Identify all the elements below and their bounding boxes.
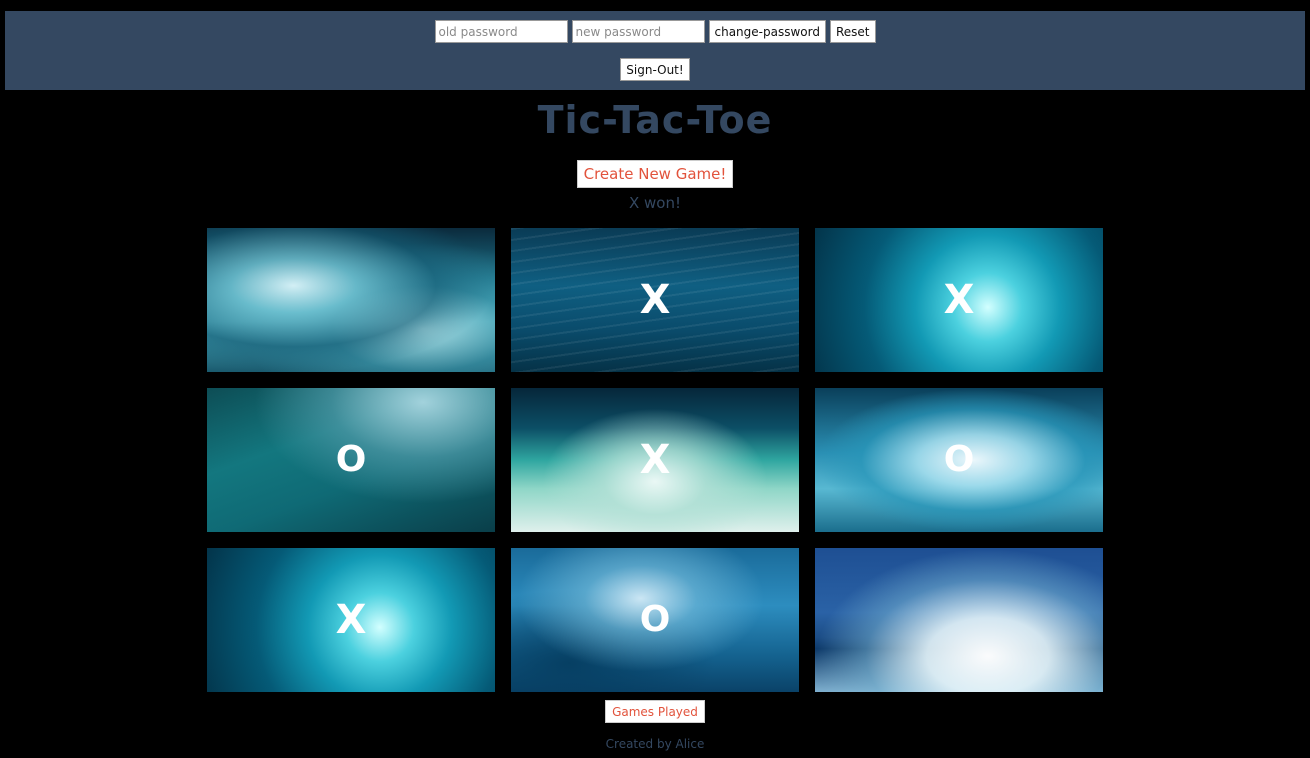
cell-mark: X	[335, 597, 367, 643]
cell-mark: X	[943, 277, 975, 323]
new-password-input[interactable]	[571, 20, 705, 43]
board-cell-5[interactable]: X	[511, 388, 799, 532]
cell-mark: O	[335, 439, 367, 480]
board-cell-3[interactable]: X	[815, 228, 1103, 372]
board-cell-8[interactable]: O	[511, 548, 799, 692]
page-title: Tic-Tac-Toe	[537, 98, 773, 142]
game-status: X won!	[628, 194, 681, 212]
account-bar: change-password Reset Sign-Out!	[5, 11, 1305, 90]
create-new-game-button[interactable]: Create New Game!	[576, 160, 734, 188]
cell-mark: O	[943, 439, 975, 480]
footer-credit: Created by Alice	[605, 737, 705, 751]
cell-mark: X	[639, 437, 671, 483]
board-cell-2[interactable]: X	[511, 228, 799, 372]
board-cell-1[interactable]	[207, 228, 495, 372]
board-cell-6[interactable]: O	[815, 388, 1103, 532]
board-cell-7[interactable]: X	[207, 548, 495, 692]
cell-mark: X	[639, 277, 671, 323]
board-cell-4[interactable]: O	[207, 388, 495, 532]
password-form: change-password Reset	[5, 20, 1305, 43]
board-cell-9[interactable]	[815, 548, 1103, 692]
game-board: X X O X O X O	[207, 228, 1103, 692]
change-password-button[interactable]: change-password	[708, 20, 826, 43]
cell-mark: O	[639, 599, 671, 640]
games-played-button[interactable]: Games Played	[605, 700, 705, 723]
reset-button[interactable]: Reset	[829, 20, 876, 43]
sign-out-button[interactable]: Sign-Out!	[620, 58, 690, 81]
old-password-input[interactable]	[434, 20, 568, 43]
